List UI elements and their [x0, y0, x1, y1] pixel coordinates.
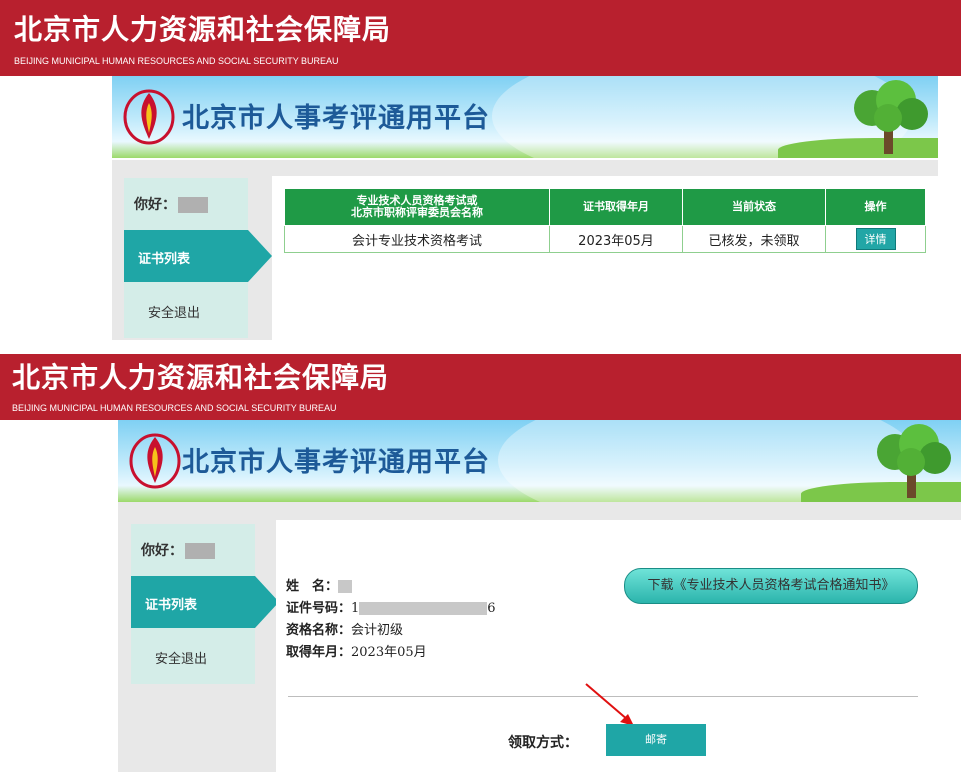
- cert-table: 专业技术人员资格考试或 北京市职称评审委员会名称 证书取得年月 当前状态 操作 …: [284, 188, 926, 253]
- bureau-title-en: BEIJING MUNICIPAL HUMAN RESOURCES AND SO…: [12, 403, 337, 413]
- platform-header: 北京市人事考评通用平台: [118, 420, 961, 502]
- sidebar-item-label: 安全退出: [155, 652, 208, 667]
- bureau-banner: 北京市人力资源和社会保障局 BEIJING MUNICIPAL HUMAN RE…: [0, 0, 961, 76]
- id-row: 证件号码：1 6: [286, 598, 496, 620]
- platform-header: 北京市人事考评通用平台: [112, 76, 938, 158]
- greeting: 你好：: [134, 194, 208, 214]
- name-row: 姓 名：: [286, 576, 496, 598]
- qual-row: 资格名称：会计初级: [286, 620, 496, 642]
- qual-value: 会计初级: [351, 623, 404, 638]
- mail-pickup-button[interactable]: 邮寄: [606, 724, 706, 756]
- cert-info: 姓 名： 证件号码：1 6 资格名称：会计初级 取得年月：2023年05月: [286, 576, 496, 664]
- cell-exam: 会计专业技术资格考试: [284, 225, 550, 253]
- id-redacted: [359, 602, 488, 615]
- username-redacted: [178, 197, 208, 213]
- table-row: 会计专业技术资格考试 2023年05月 已核发，未领取 详情: [284, 225, 926, 253]
- cell-status: 已核发，未领取: [682, 225, 826, 253]
- id-prefix: 1: [351, 601, 360, 616]
- sidebar: 你好： 证书列表 安全退出: [124, 178, 272, 338]
- col-header-exam: 专业技术人员资格考试或 北京市职称评审委员会名称: [284, 188, 550, 226]
- bureau-title-en: BEIJING MUNICIPAL HUMAN RESOURCES AND SO…: [14, 56, 339, 66]
- greeting: 你好：: [141, 540, 215, 560]
- pickup-label: 领取方式：: [508, 735, 578, 751]
- sidebar: 你好： 证书列表 安全退出: [131, 524, 279, 684]
- greeting-text: 你好：: [134, 197, 176, 213]
- tree-icon: [877, 424, 951, 498]
- date-row: 取得年月：2023年05月: [286, 642, 496, 664]
- certificate-list-screen: 北京市人力资源和社会保障局 BEIJING MUNICIPAL HUMAN RE…: [0, 0, 961, 340]
- col-header-date: 证书取得年月: [549, 188, 683, 226]
- content-panel: 专业技术人员资格考试或 北京市职称评审委员会名称 证书取得年月 当前状态 操作 …: [272, 176, 938, 340]
- greeting-text: 你好：: [141, 543, 183, 559]
- platform-title: 北京市人事考评通用平台: [182, 103, 490, 134]
- table-header-row: 专业技术人员资格考试或 北京市职称评审委员会名称 证书取得年月 当前状态 操作: [284, 188, 926, 226]
- details-button[interactable]: 详情: [855, 228, 896, 250]
- flame-logo-icon: [129, 433, 181, 489]
- col-header-action: 操作: [825, 188, 926, 226]
- sidebar-item-label: 证书列表: [138, 252, 191, 267]
- qual-label: 资格名称：: [286, 623, 352, 638]
- cell-date: 2023年05月: [549, 225, 683, 253]
- date-label: 取得年月：: [286, 645, 352, 660]
- sidebar-item-logout[interactable]: 安全退出: [124, 282, 248, 338]
- red-arrow-icon: [585, 683, 634, 726]
- date-value: 2023年05月: [351, 645, 427, 660]
- bureau-banner: 北京市人力资源和社会保障局 BEIJING MUNICIPAL HUMAN RE…: [0, 354, 961, 420]
- bureau-title: 北京市人力资源和社会保障局: [12, 361, 390, 394]
- id-suffix: 6: [487, 601, 496, 616]
- bureau-title: 北京市人力资源和社会保障局: [14, 13, 392, 46]
- col-header-status: 当前状态: [682, 188, 826, 226]
- sidebar-item-logout[interactable]: 安全退出: [131, 628, 255, 684]
- sidebar-item-label: 安全退出: [148, 306, 201, 321]
- sidebar-item-label: 证书列表: [145, 598, 198, 613]
- tree-icon: [854, 80, 928, 154]
- active-arrow: [248, 230, 272, 282]
- name-label: 姓 名：: [286, 579, 339, 594]
- id-label: 证件号码：: [286, 601, 352, 616]
- cell-action: 详情: [825, 225, 926, 253]
- platform-title: 北京市人事考评通用平台: [182, 447, 490, 478]
- username-redacted: [185, 543, 215, 559]
- flame-logo-icon: [123, 89, 175, 145]
- certificate-detail-screen: 北京市人力资源和社会保障局 BEIJING MUNICIPAL HUMAN RE…: [0, 354, 961, 772]
- name-redacted: [338, 580, 353, 593]
- sidebar-item-cert-list[interactable]: 证书列表: [131, 576, 279, 628]
- download-notice-button[interactable]: 下载《专业技术人员资格考试合格通知书》: [624, 568, 918, 604]
- sidebar-item-cert-list[interactable]: 证书列表: [124, 230, 272, 282]
- detail-panel: 姓 名： 证件号码：1 6 资格名称：会计初级 取得年月：2023年05月 下载《…: [276, 520, 961, 772]
